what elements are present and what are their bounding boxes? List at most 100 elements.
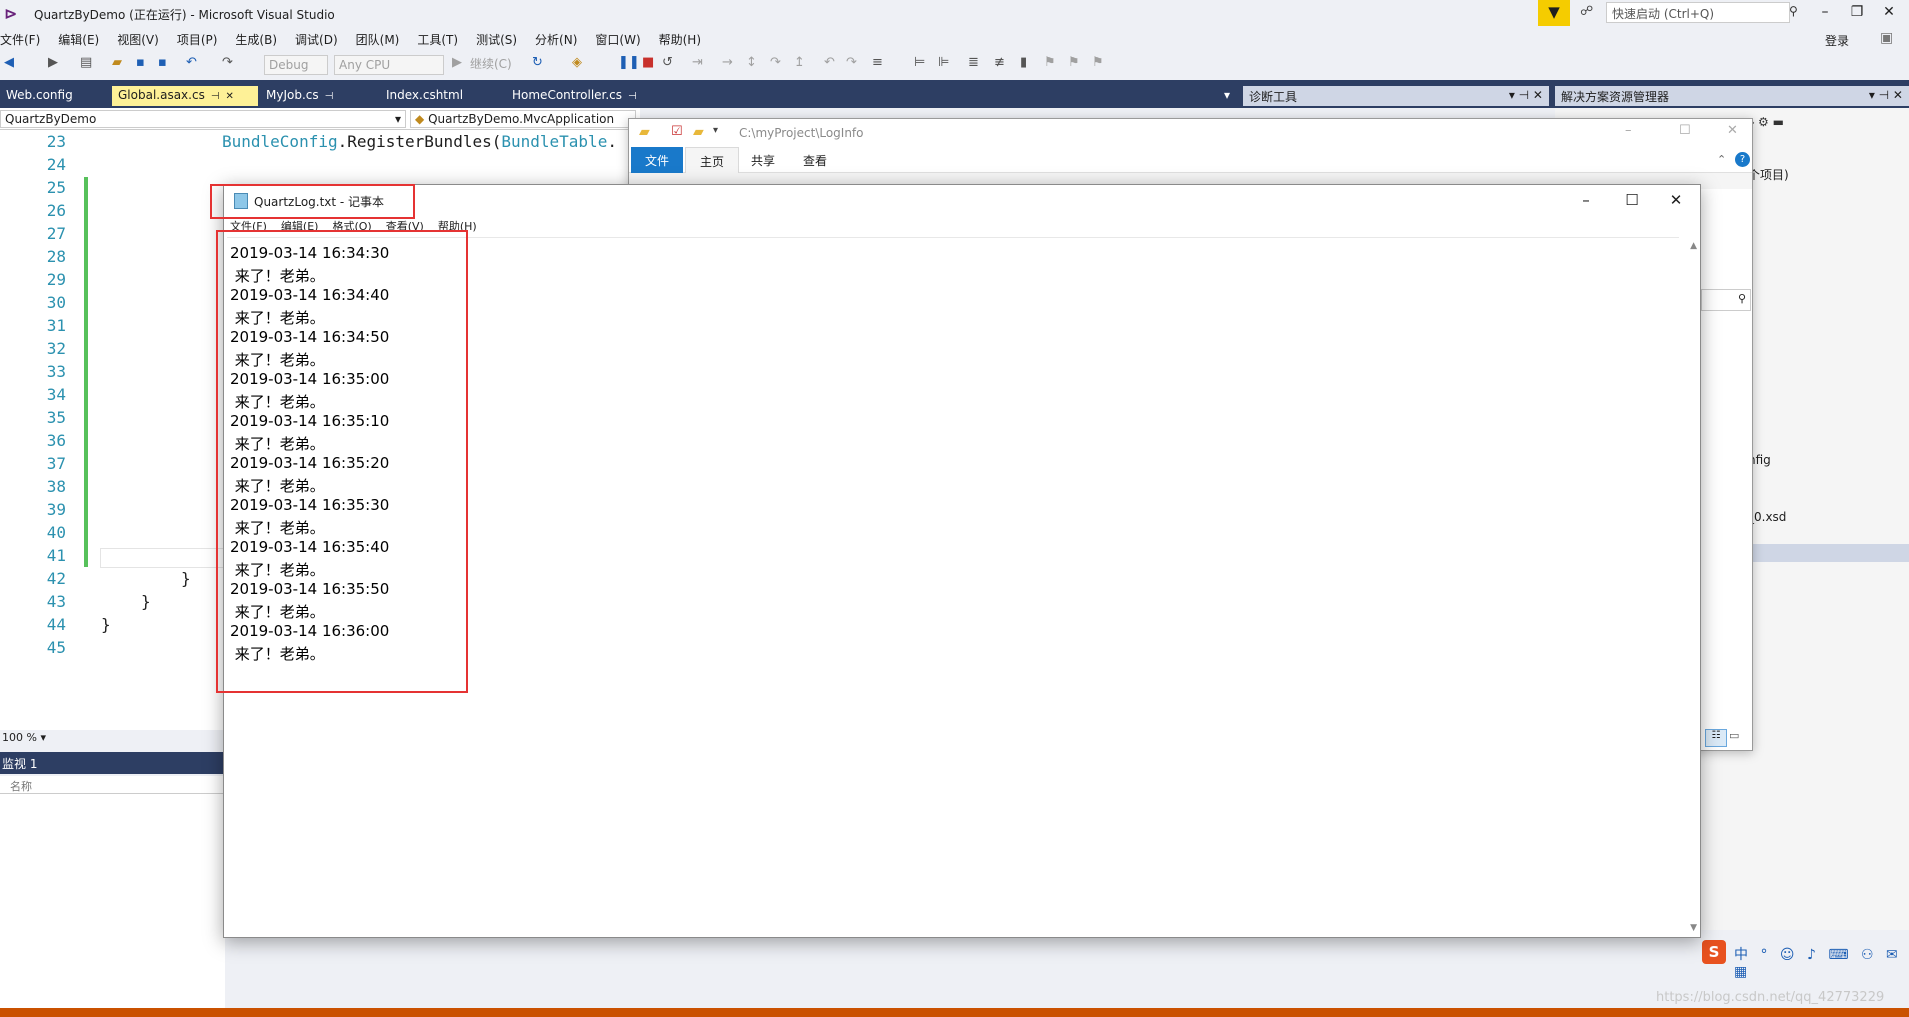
uncomment-icon[interactable]: ≢ <box>994 55 1005 70</box>
browser-link-icon[interactable]: ◈ <box>572 55 582 70</box>
collapse-ribbon-icon[interactable]: ⌃ <box>1717 153 1726 166</box>
pin-icon[interactable]: ⊣ <box>325 91 334 102</box>
solution-selected-row[interactable] <box>1752 544 1909 562</box>
code-line-42[interactable]: } <box>181 569 191 588</box>
explorer-minimize-button[interactable]: – <box>1625 123 1632 138</box>
pause-icon[interactable]: ❚❚ <box>618 55 640 70</box>
vs-minimize-button[interactable]: – <box>1810 2 1840 24</box>
menu-project[interactable]: 项目(P) <box>177 29 228 49</box>
step-icon[interactable]: ⇥ <box>692 55 703 70</box>
project-dropdown[interactable]: QuartzByDemo ▾ <box>0 110 406 128</box>
sogou-ime-icon[interactable]: S <box>1702 940 1726 964</box>
details-view-icon[interactable]: ☷ <box>1705 729 1727 747</box>
config-dropdown[interactable]: Debug <box>264 55 328 75</box>
code-line-23[interactable]: BundleConfig.RegisterBundles(BundleTable… <box>222 132 617 151</box>
close-icon[interactable]: ▾ ⊣ ✕ <box>1869 88 1903 102</box>
step-out-icon[interactable]: ↷ <box>770 55 781 70</box>
next-bookmark-icon[interactable]: ⚑ <box>1068 55 1080 70</box>
menu-window[interactable]: 窗口(W) <box>595 29 650 49</box>
ribbon-tab-file[interactable]: 文件 <box>631 147 684 173</box>
tab-global-asax[interactable]: Global.asax.cs ⊣ ✕ <box>112 86 258 106</box>
pin-icon[interactable]: ⊣ <box>211 91 220 102</box>
tab-home-controller[interactable]: HomeController.cs ⊣ <box>506 86 643 106</box>
undo-icon[interactable]: ↶ <box>186 55 197 70</box>
clear-bookmark-icon[interactable]: ⚑ <box>1092 55 1104 70</box>
redo-nav-icon[interactable]: ↷ <box>846 55 857 70</box>
quick-access-dropdown-icon[interactable]: ▾ <box>713 125 718 136</box>
format-icon[interactable]: ≡ <box>872 55 883 70</box>
watch-panel-body[interactable] <box>0 794 225 1011</box>
forward-icon[interactable]: ▶ <box>48 55 58 70</box>
ribbon-tab-home[interactable]: 主页 <box>685 147 740 173</box>
platform-dropdown[interactable]: Any CPU <box>334 55 444 75</box>
close-icon[interactable]: ▾ ⊣ ✕ <box>1509 88 1543 102</box>
ime-toolbar-icons[interactable]: 中 ° ☺ ♪ ⌨ ⚇ ✉ ▦ <box>1734 944 1909 980</box>
account-icon[interactable]: ▣ <box>1880 30 1893 46</box>
menu-team[interactable]: 团队(M) <box>356 29 410 49</box>
refresh-icon[interactable]: ↻ <box>532 55 543 70</box>
code-line-44[interactable]: } <box>101 615 111 634</box>
solution-item-fragment[interactable]: 个项目) <box>1748 166 1789 183</box>
undo-nav-icon[interactable]: ↶ <box>824 55 835 70</box>
login-link[interactable]: 登录 <box>1825 32 1849 49</box>
stop-icon[interactable]: ■ <box>642 55 654 70</box>
close-icon[interactable]: ✕ <box>226 91 234 102</box>
notification-filter-icon[interactable]: ▼ <box>1538 0 1570 26</box>
notepad-close-button[interactable]: ✕ <box>1654 185 1698 215</box>
redo-icon[interactable]: ↷ <box>222 55 233 70</box>
save-icon[interactable]: ▪ <box>136 55 145 70</box>
tab-overflow-icon[interactable]: ▾ <box>1218 86 1236 106</box>
restart-icon[interactable]: ↺ <box>662 55 673 70</box>
new-project-icon[interactable]: ▤ <box>80 55 92 70</box>
vs-close-button[interactable]: ✕ <box>1874 2 1904 24</box>
solution-item-fragment[interactable]: _0.xsd <box>1748 510 1786 524</box>
explorer-maximize-button[interactable]: ☐ <box>1679 123 1691 138</box>
new-folder-icon[interactable]: ▰ <box>693 124 704 140</box>
feedback-icon[interactable]: ☍ <box>1580 4 1593 19</box>
prev-bookmark-icon[interactable]: ⚑ <box>1044 55 1056 70</box>
menu-file[interactable]: 文件(F) <box>0 29 50 49</box>
menu-debug[interactable]: 调试(D) <box>295 29 348 49</box>
continue-icon[interactable]: ▶ <box>452 55 462 70</box>
menu-test[interactable]: 测试(S) <box>476 29 527 49</box>
menu-help[interactable]: 帮助(H) <box>659 29 711 49</box>
zoom-level-dropdown[interactable]: 100 % ▾ <box>0 730 225 746</box>
save-all-icon[interactable]: ▪ <box>158 55 167 70</box>
watch-name-column[interactable]: 名称 <box>0 776 225 794</box>
step-into-icon[interactable]: → <box>722 55 733 70</box>
step-over-icon[interactable]: ↕ <box>746 55 757 70</box>
help-icon[interactable]: ? <box>1735 152 1750 167</box>
large-icons-view-icon[interactable]: ▭ <box>1729 729 1739 742</box>
class-dropdown[interactable]: ◆ QuartzByDemo.MvcApplication <box>410 110 636 128</box>
quick-launch-input[interactable]: 快速启动 (Ctrl+Q) <box>1606 2 1790 23</box>
tab-web-config[interactable]: Web.config <box>0 86 79 106</box>
notepad-vertical-scrollbar[interactable]: ▲ ▼ <box>1683 237 1700 937</box>
menu-analyze[interactable]: 分析(N) <box>535 29 587 49</box>
menu-tools[interactable]: 工具(T) <box>417 29 468 49</box>
back-icon[interactable]: ◀ <box>4 55 14 70</box>
tab-index-cshtml[interactable]: Index.cshtml <box>380 86 469 106</box>
vs-restore-button[interactable]: ❐ <box>1842 2 1872 24</box>
scroll-up-icon[interactable]: ▲ <box>1690 241 1697 251</box>
outdent-icon[interactable]: ⊫ <box>938 55 949 70</box>
ribbon-tab-share[interactable]: 共享 <box>737 147 789 173</box>
tab-myjob[interactable]: MyJob.cs ⊣ <box>260 86 339 106</box>
notepad-minimize-button[interactable]: – <box>1564 185 1608 215</box>
explorer-search-input[interactable]: ⚲ <box>1701 289 1751 311</box>
menu-build[interactable]: 生成(B) <box>235 29 287 49</box>
ribbon-tab-view[interactable]: 查看 <box>789 147 841 173</box>
step-back-icon[interactable]: ↥ <box>794 55 805 70</box>
menu-edit[interactable]: 编辑(E) <box>58 29 109 49</box>
comment-icon[interactable]: ≣ <box>968 55 979 70</box>
open-file-icon[interactable]: ▰ <box>112 55 122 70</box>
indent-icon[interactable]: ⊨ <box>914 55 925 70</box>
menu-view[interactable]: 视图(V) <box>117 29 169 49</box>
code-line-43[interactable]: } <box>141 592 151 611</box>
explorer-close-button[interactable]: ✕ <box>1727 123 1738 138</box>
bookmark-icon[interactable]: ▮ <box>1020 55 1027 70</box>
properties-icon[interactable]: ☑ <box>671 124 683 139</box>
continue-button[interactable]: 继续(C) <box>470 55 512 72</box>
pin-icon[interactable]: ⊣ <box>628 91 637 102</box>
notepad-maximize-button[interactable]: ☐ <box>1610 185 1654 215</box>
scroll-down-icon[interactable]: ▼ <box>1690 923 1697 933</box>
